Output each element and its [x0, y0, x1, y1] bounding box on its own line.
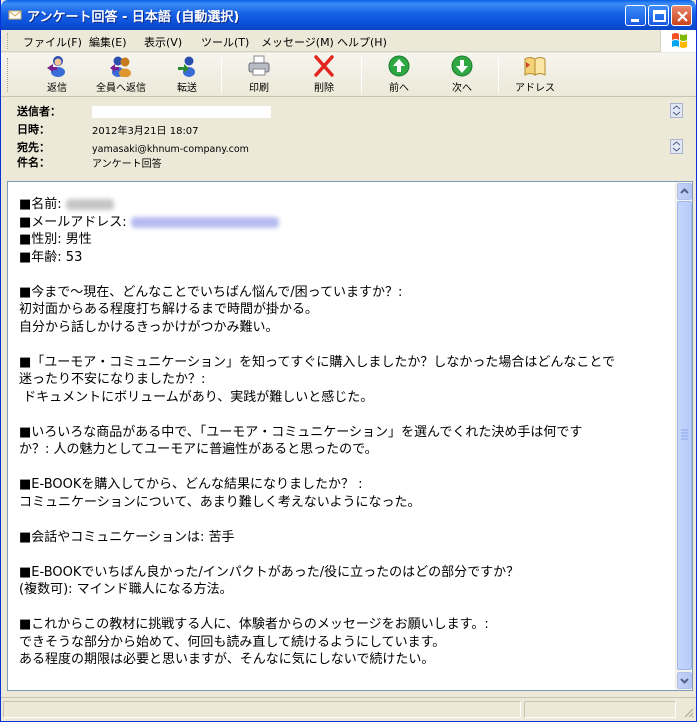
toolbar-separator [498, 57, 499, 93]
question-6-line-1: ■E-BOOKでいちばん良かった/インパクトがあった/役に立ったのはどの部分です… [19, 564, 520, 580]
forward-icon [178, 56, 195, 77]
date-label: 日時： [17, 123, 50, 136]
chevron-up-icon [680, 188, 689, 194]
title-bar[interactable]: アンケート回答 - 日本語 (自動選択) [1, 0, 696, 30]
minimize-icon [631, 19, 639, 22]
vertical-scrollbar[interactable] [675, 182, 692, 690]
to-scroll-icon[interactable] [670, 139, 683, 154]
question-3-line-1: ■いろいろな商品がある中で、「ユーモア・コミュニケーション」を選んでくれた決め手… [19, 424, 583, 440]
answer-2: ドキュメントにボリュームがあり、実践が難しいと感じた。 [19, 389, 374, 405]
from-scroll-icon[interactable] [670, 103, 683, 118]
date-value: 2012年3月21日 18:07 [92, 126, 199, 137]
question-7: ■これからこの教材に挑戦する人に、体験者からのメッセージをお願いします。: [19, 617, 489, 632]
reply-all-icon [110, 56, 131, 77]
menu-grip[interactable] [7, 33, 10, 49]
question-2-line-1: ■「ユーモア・コミュニケーション」を知ってすぐに購入しましたか？しなかった場合は… [19, 354, 615, 370]
print-button[interactable]: 印刷 [239, 55, 279, 95]
previous-button[interactable]: 前へ [379, 55, 419, 95]
message-body[interactable]: ■名前: ■メールアドレス: ■性別: 男性 ■年齢: 53 ■今まで～現在、ど… [7, 181, 693, 691]
menu-edit[interactable]: 編集(E) [89, 34, 127, 50]
next-button[interactable]: 次へ [442, 55, 482, 95]
question-6-line-2: (複数可): マインド職人になる方法。 [19, 582, 233, 597]
question-2-line-2: 迷ったり不安になりましたか？: [19, 372, 206, 387]
resize-grip-icon[interactable] [682, 706, 694, 718]
answer-4: コミュニケーションについて、あまり難しく考えないようになった。 [19, 494, 421, 510]
answer-7-line-1: できそうな部分から始めて、何回も読み直して続けるようにしています。 [19, 634, 446, 650]
delete-button[interactable]: 削除 [304, 55, 344, 95]
status-cell-main [3, 701, 521, 718]
answer-1-line-1: 初対面からある程度打ち解けるまで時間が掛かる。 [19, 302, 319, 317]
envelope-icon [8, 10, 22, 20]
toolbar-separator [221, 57, 222, 93]
email-line: ■メールアドレス: [19, 214, 669, 232]
name-line: ■名前: [19, 196, 669, 214]
menu-message[interactable]: メッセージ(M) [261, 34, 334, 50]
toolbar: 返信 全員へ返信 転送 印刷 削除 前へ 次へ アドレス [1, 53, 696, 97]
question-5: ■会話やコミュニケーションは: 苦手 [19, 529, 235, 545]
reply-icon [47, 56, 65, 77]
maximize-button[interactable] [648, 5, 669, 26]
answer-1-line-2: 自分から話しかけるきっかけがつかみ難い。 [19, 319, 279, 335]
toolbar-separator [361, 57, 362, 93]
menu-file[interactable]: ファイル(F) [23, 34, 82, 50]
reply-button[interactable]: 返信 [37, 55, 77, 95]
question-1: ■今まで～現在、どんなことでいちばん悩んで/困っていますか？: [19, 284, 403, 300]
minimize-button[interactable] [625, 5, 646, 26]
answer-7-line-2: ある程度の期限は必要と思いますが、そんなに気にしないで続けたい。 [19, 652, 435, 667]
grip-icon [681, 429, 688, 440]
address-book-icon [524, 57, 546, 76]
name-redacted [65, 199, 114, 210]
menu-bar: ファイル(F) 編集(E) 表示(V) ツール(T) メッセージ(M) ヘルプ(… [1, 30, 696, 52]
menu-view[interactable]: 表示(V) [144, 34, 182, 50]
status-cell-secondary [524, 701, 676, 718]
to-value: yamasaki@khnum-company.com [92, 144, 249, 155]
message-text: ■名前: ■メールアドレス: ■性別: 男性 ■年齢: 53 ■今まで～現在、ど… [19, 196, 669, 669]
to-label: 宛先： [17, 141, 50, 154]
delete-icon [314, 55, 334, 77]
down-arrow-icon [451, 55, 473, 77]
message-header: 送信者： 日時： 2012年3月21日 18:07 宛先： yamasaki@k… [1, 98, 696, 176]
gender-line: ■性別: 男性 [19, 232, 92, 247]
menu-tools[interactable]: ツール(T) [201, 34, 249, 50]
subject-value: アンケート回答 [92, 159, 162, 170]
window-title: アンケート回答 - 日本語 (自動選択) [27, 10, 240, 25]
from-label: 送信者： [17, 105, 61, 118]
chevron-down-icon [680, 678, 689, 684]
toolbar-grip[interactable] [7, 58, 10, 92]
close-button[interactable] [671, 5, 692, 26]
menu-help[interactable]: ヘルプ(H) [337, 34, 387, 50]
close-icon [677, 11, 688, 22]
maximize-icon [653, 10, 666, 22]
reply-all-button[interactable]: 全員へ返信 [89, 55, 153, 95]
subject-label: 件名： [17, 156, 50, 169]
email-redacted [130, 216, 279, 228]
printer-icon [248, 55, 270, 76]
scroll-thumb[interactable] [677, 201, 692, 670]
sender-value-redacted [92, 106, 271, 118]
scroll-down-button[interactable] [677, 672, 692, 689]
forward-button[interactable]: 転送 [167, 55, 207, 95]
question-3-line-2: か？: 人の魅力としてユーモアに普遍性があると思ったので。 [19, 442, 378, 457]
question-4: ■E-BOOKを購入してから、どんな結果になりましたか？ : [19, 477, 363, 492]
age-line: ■年齢: 53 [19, 249, 83, 265]
address-book-button[interactable]: アドレス [511, 55, 559, 95]
scroll-up-button[interactable] [677, 183, 692, 200]
up-arrow-icon [388, 55, 410, 77]
status-bar [1, 697, 696, 721]
mail-window: アンケート回答 - 日本語 (自動選択) ファイル(F) 編集(E) 表示(V)… [0, 0, 697, 722]
windows-logo-icon [660, 30, 696, 52]
